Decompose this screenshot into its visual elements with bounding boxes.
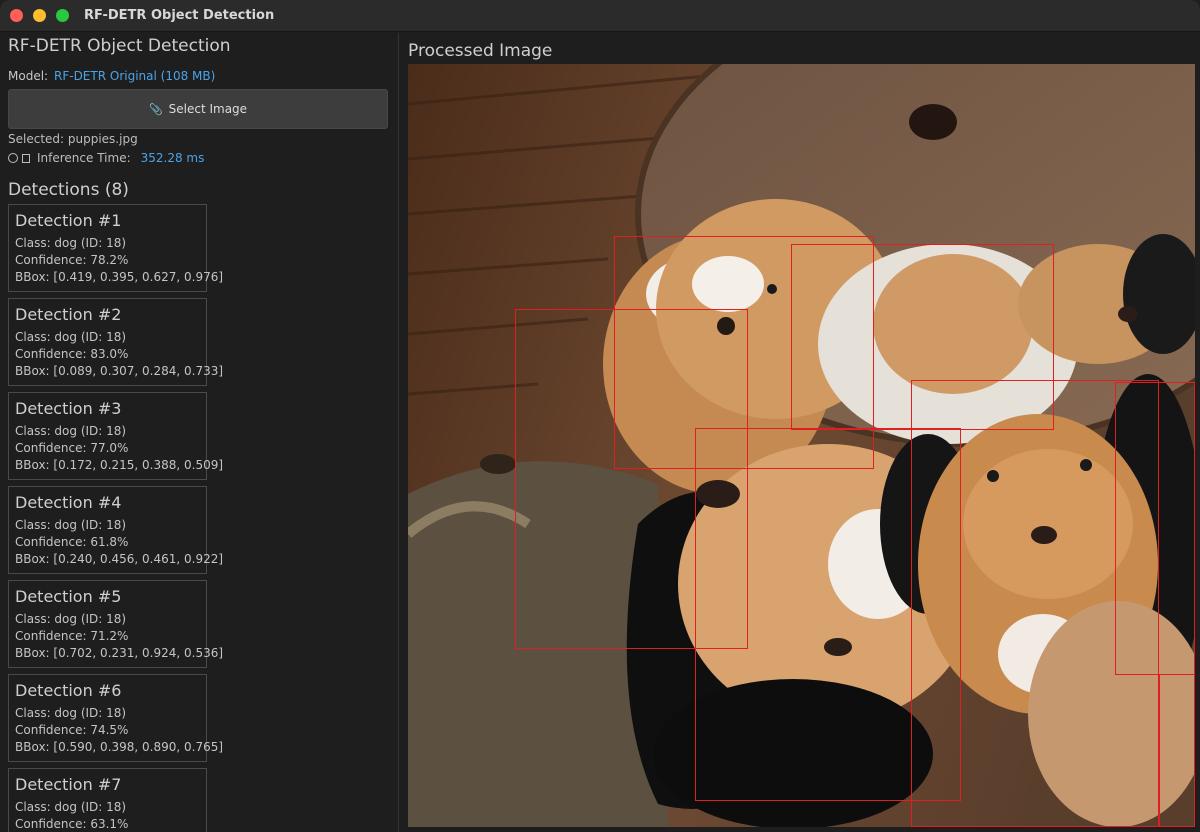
detection-card[interactable]: Detection #1 Class: dog (ID: 18) Confide… [8,204,223,292]
detection-bbox: BBox: [0.419, 0.395, 0.627, 0.976] [15,270,224,284]
detection-card[interactable]: Detection #2 Class: dog (ID: 18) Confide… [8,298,223,386]
detection-class: Class: dog (ID: 18) [15,424,127,438]
detection-bbox: BBox: [0.089, 0.307, 0.284, 0.733] [15,364,224,378]
detection-confidence: Confidence: 77.0% [15,441,129,455]
detection-bbox: BBox: [0.590, 0.398, 0.890, 0.765] [15,740,224,754]
main-panel: Processed Image [400,33,1200,832]
inference-value: 352.28 ms [140,151,205,165]
detection-title: Detection #1 [15,211,122,230]
model-label: Model: [8,69,49,83]
detection-confidence: Confidence: 74.5% [15,723,129,737]
detection-class: Class: dog (ID: 18) [15,800,127,814]
detection-confidence: Confidence: 78.2% [15,253,129,267]
detection-confidence: Confidence: 63.1% [15,817,129,831]
minimize-window-button[interactable] [33,9,46,22]
detection-title: Detection #2 [15,305,122,324]
detection-card[interactable]: Detection #7 Class: dog (ID: 18) Confide… [8,768,207,832]
detections-header: Detections (8) [8,180,129,200]
detection-confidence: Confidence: 83.0% [15,347,129,361]
detection-bbox-overlay [1115,382,1195,675]
select-image-button[interactable]: 📎 Select Image [8,89,388,129]
detection-bbox-overlay [1159,674,1195,827]
processed-image [408,64,1195,827]
detection-title: Detection #4 [15,493,122,512]
sidebar: RF-DETR Object Detection Model: RF-DETR … [0,33,399,832]
detection-bbox: BBox: [0.240, 0.456, 0.461, 0.922] [15,552,224,566]
detection-card[interactable]: Detection #4 Class: dog (ID: 18) Confide… [8,486,223,574]
detection-bbox: BBox: [0.702, 0.231, 0.924, 0.536] [15,646,224,660]
detection-card[interactable]: Detection #3 Class: dog (ID: 18) Confide… [8,392,223,480]
window-title: RF-DETR Object Detection [84,8,275,23]
missing-glyph-icon [22,153,30,163]
model-value: RF-DETR Original (108 MB) [54,69,216,83]
zoom-window-button[interactable] [56,9,69,22]
processed-image-title: Processed Image [408,41,553,61]
app-window: RF-DETR Object Detection RF-DETR Object … [0,0,1200,832]
detection-card[interactable]: Detection #5 Class: dog (ID: 18) Confide… [8,580,223,668]
stopwatch-icon [8,153,18,163]
app-title: RF-DETR Object Detection [8,36,231,56]
paperclip-icon: 📎 [148,102,163,116]
detection-title: Detection #5 [15,587,122,606]
detection-title: Detection #3 [15,399,122,418]
detection-title: Detection #6 [15,681,122,700]
detection-class: Class: dog (ID: 18) [15,330,127,344]
detection-class: Class: dog (ID: 18) [15,612,127,626]
inference-time-row: Inference Time: 352.28 ms [8,151,204,165]
close-window-button[interactable] [10,9,23,22]
title-bar: RF-DETR Object Detection [0,0,1200,32]
detection-confidence: Confidence: 61.8% [15,535,129,549]
detection-confidence: Confidence: 71.2% [15,629,129,643]
inference-label: Inference Time: [37,151,131,165]
detection-class: Class: dog (ID: 18) [15,518,127,532]
select-image-label: Select Image [168,102,248,116]
detection-class: Class: dog (ID: 18) [15,236,127,250]
detection-title: Detection #7 [15,775,122,794]
detection-class: Class: dog (ID: 18) [15,706,127,720]
detection-bbox: BBox: [0.172, 0.215, 0.388, 0.509] [15,458,224,472]
detection-card[interactable]: Detection #6 Class: dog (ID: 18) Confide… [8,674,223,762]
selected-file-text: Selected: puppies.jpg [8,132,138,146]
